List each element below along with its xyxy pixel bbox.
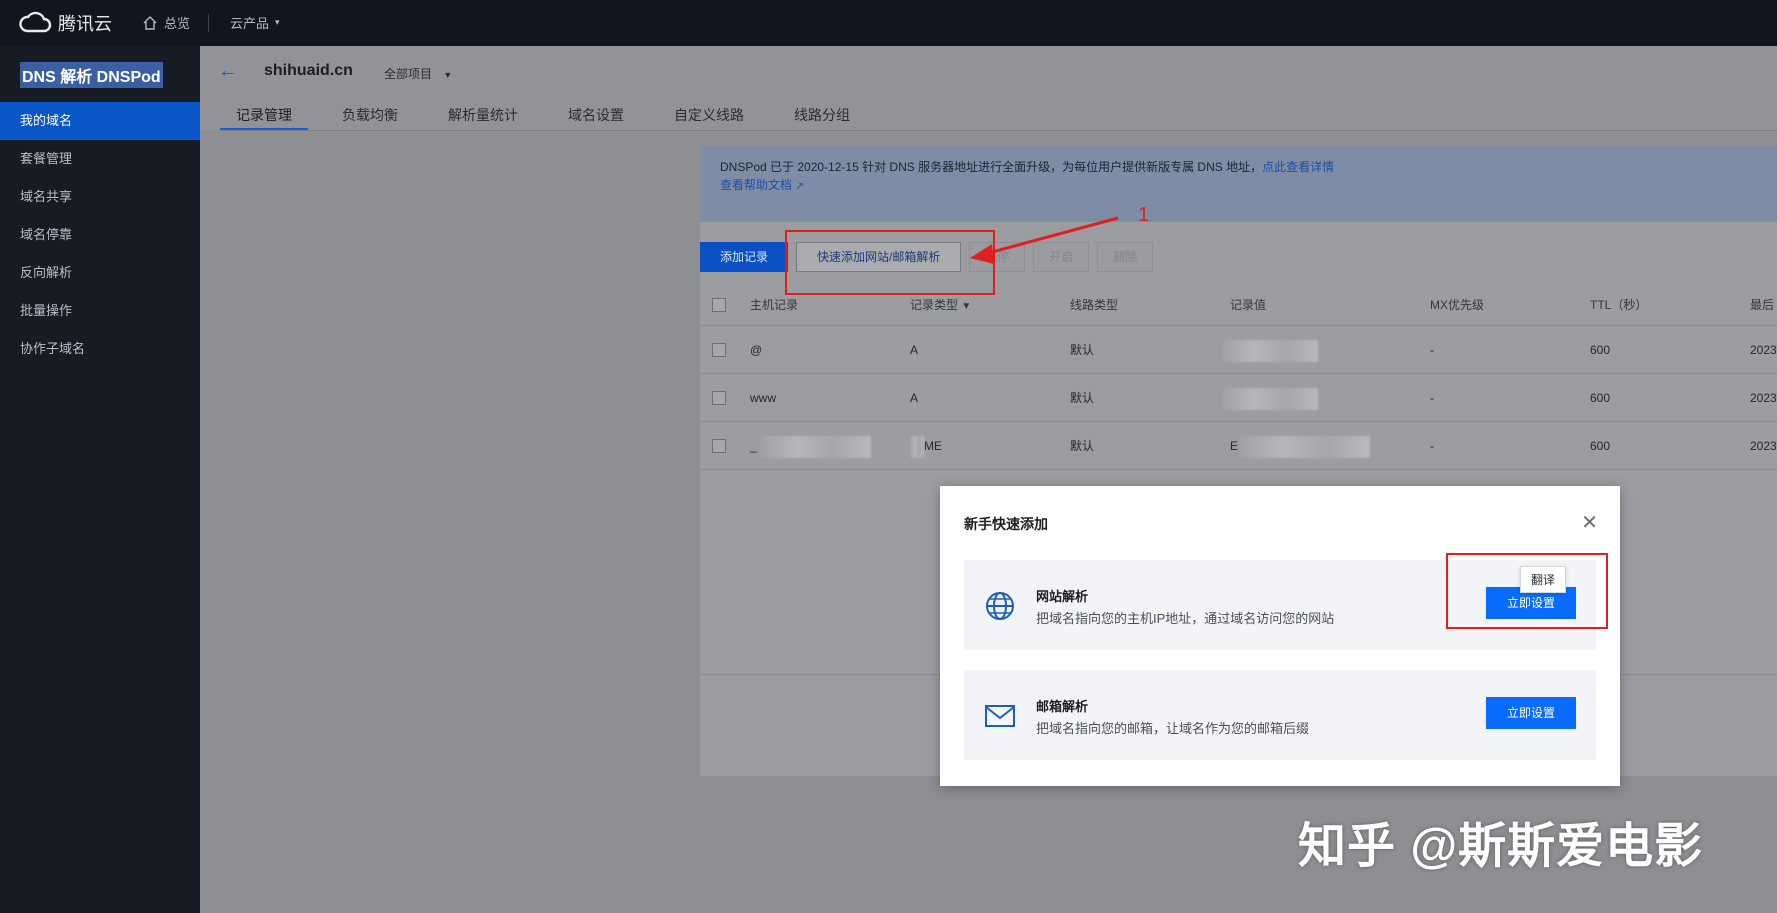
watermark: 知乎 @斯斯爱电影 [1298,820,1704,873]
arrow-head-1 [970,244,994,264]
quick-add-dialog: 新手快速添加 ✕ 网站解析 把域名指向您的主机IP地址，通过域名访问您的网站 立… [940,486,1620,786]
translate-tooltip[interactable]: 翻译 [1520,566,1567,593]
setup-now-button[interactable]: 立即设置 [1486,697,1576,729]
card-description: 把域名指向您的邮箱，让域名作为您的邮箱后缀 [1036,721,1310,736]
globe-icon [986,592,1014,620]
card-title: 网站解析 [1036,589,1089,604]
card-description: 把域名指向您的主机IP地址，通过域名访问您的网站 [1036,611,1335,626]
email-resolve-card: 邮箱解析 把域名指向您的邮箱，让域名作为您的邮箱后缀 立即设置 [964,670,1596,760]
close-icon[interactable]: ✕ [1581,510,1598,535]
card-title: 邮箱解析 [1036,699,1089,714]
mail-icon [985,705,1015,727]
dialog-title: 新手快速添加 [964,516,1048,532]
